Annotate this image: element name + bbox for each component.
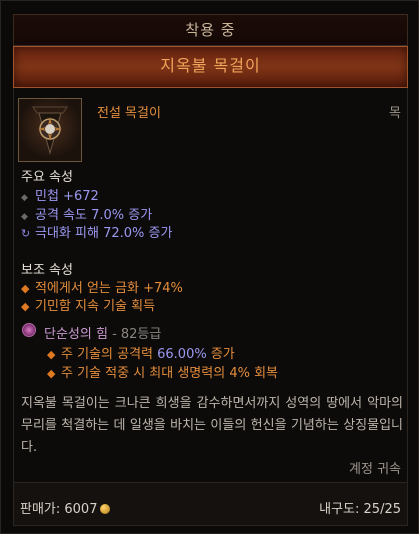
- item-rarity-type: 전설 목걸이: [97, 106, 161, 121]
- gold-coin-icon: [100, 504, 111, 514]
- primary-stats-title: 주요 속성: [21, 170, 73, 185]
- durability: 내구도: 25/25: [319, 502, 401, 517]
- aspect-effect: ◆ 주 기술의 공격력 66.00% 증가: [47, 347, 235, 362]
- aspect-name: 단순성의 힘 - 82등급: [44, 327, 162, 342]
- item-tooltip: 착용 중 지옥불 목걸이 전설 목걸이 목 주요 속성 ◆ 민첩 +672 ◆ 공격…: [0, 0, 419, 534]
- orange-diamond-bullet-icon: ◆: [47, 348, 56, 361]
- secondary-stats-title: 보조 속성: [21, 263, 73, 278]
- diamond-bullet-icon: ◆: [21, 212, 28, 222]
- secondary-stat: ◆ 기민함 지속 기술 획득: [21, 299, 156, 314]
- account-bound-label: 계정 귀속: [349, 462, 401, 477]
- orange-diamond-bullet-icon: ◆: [21, 300, 30, 313]
- item-name: 지옥불 목걸이: [13, 46, 408, 88]
- swirl-bullet-icon: ↻: [21, 227, 31, 240]
- secondary-stat: ◆ 적에게서 얻는 금화 +74%: [21, 281, 183, 296]
- orange-diamond-bullet-icon: ◆: [47, 367, 56, 380]
- orange-diamond-bullet-icon: ◆: [21, 282, 30, 295]
- aspect-icon: [22, 323, 36, 337]
- flavor-text: 지옥불 목걸이는 크나큰 희생을 감수하면서까지 성역의 땅에서 악마의 무리를…: [21, 396, 403, 455]
- primary-stat: ◆ 공격 속도 7.0% 증가: [21, 208, 153, 223]
- item-slot: 목: [389, 106, 401, 121]
- primary-stat: ↻ 극대화 피해 72.0% 증가: [21, 226, 173, 241]
- aspect-effect: ◆ 주 기술 적중 시 최대 생명력의 4% 회복: [47, 366, 279, 381]
- equipped-header: 착용 중: [13, 14, 408, 46]
- diamond-bullet-icon: ◆: [21, 193, 28, 203]
- sell-price: 판매가: 6007: [20, 498, 111, 517]
- primary-stat: ◆ 민첩 +672: [21, 189, 99, 204]
- amulet-icon: [18, 98, 82, 162]
- aspect-level: - 82등급: [107, 327, 162, 342]
